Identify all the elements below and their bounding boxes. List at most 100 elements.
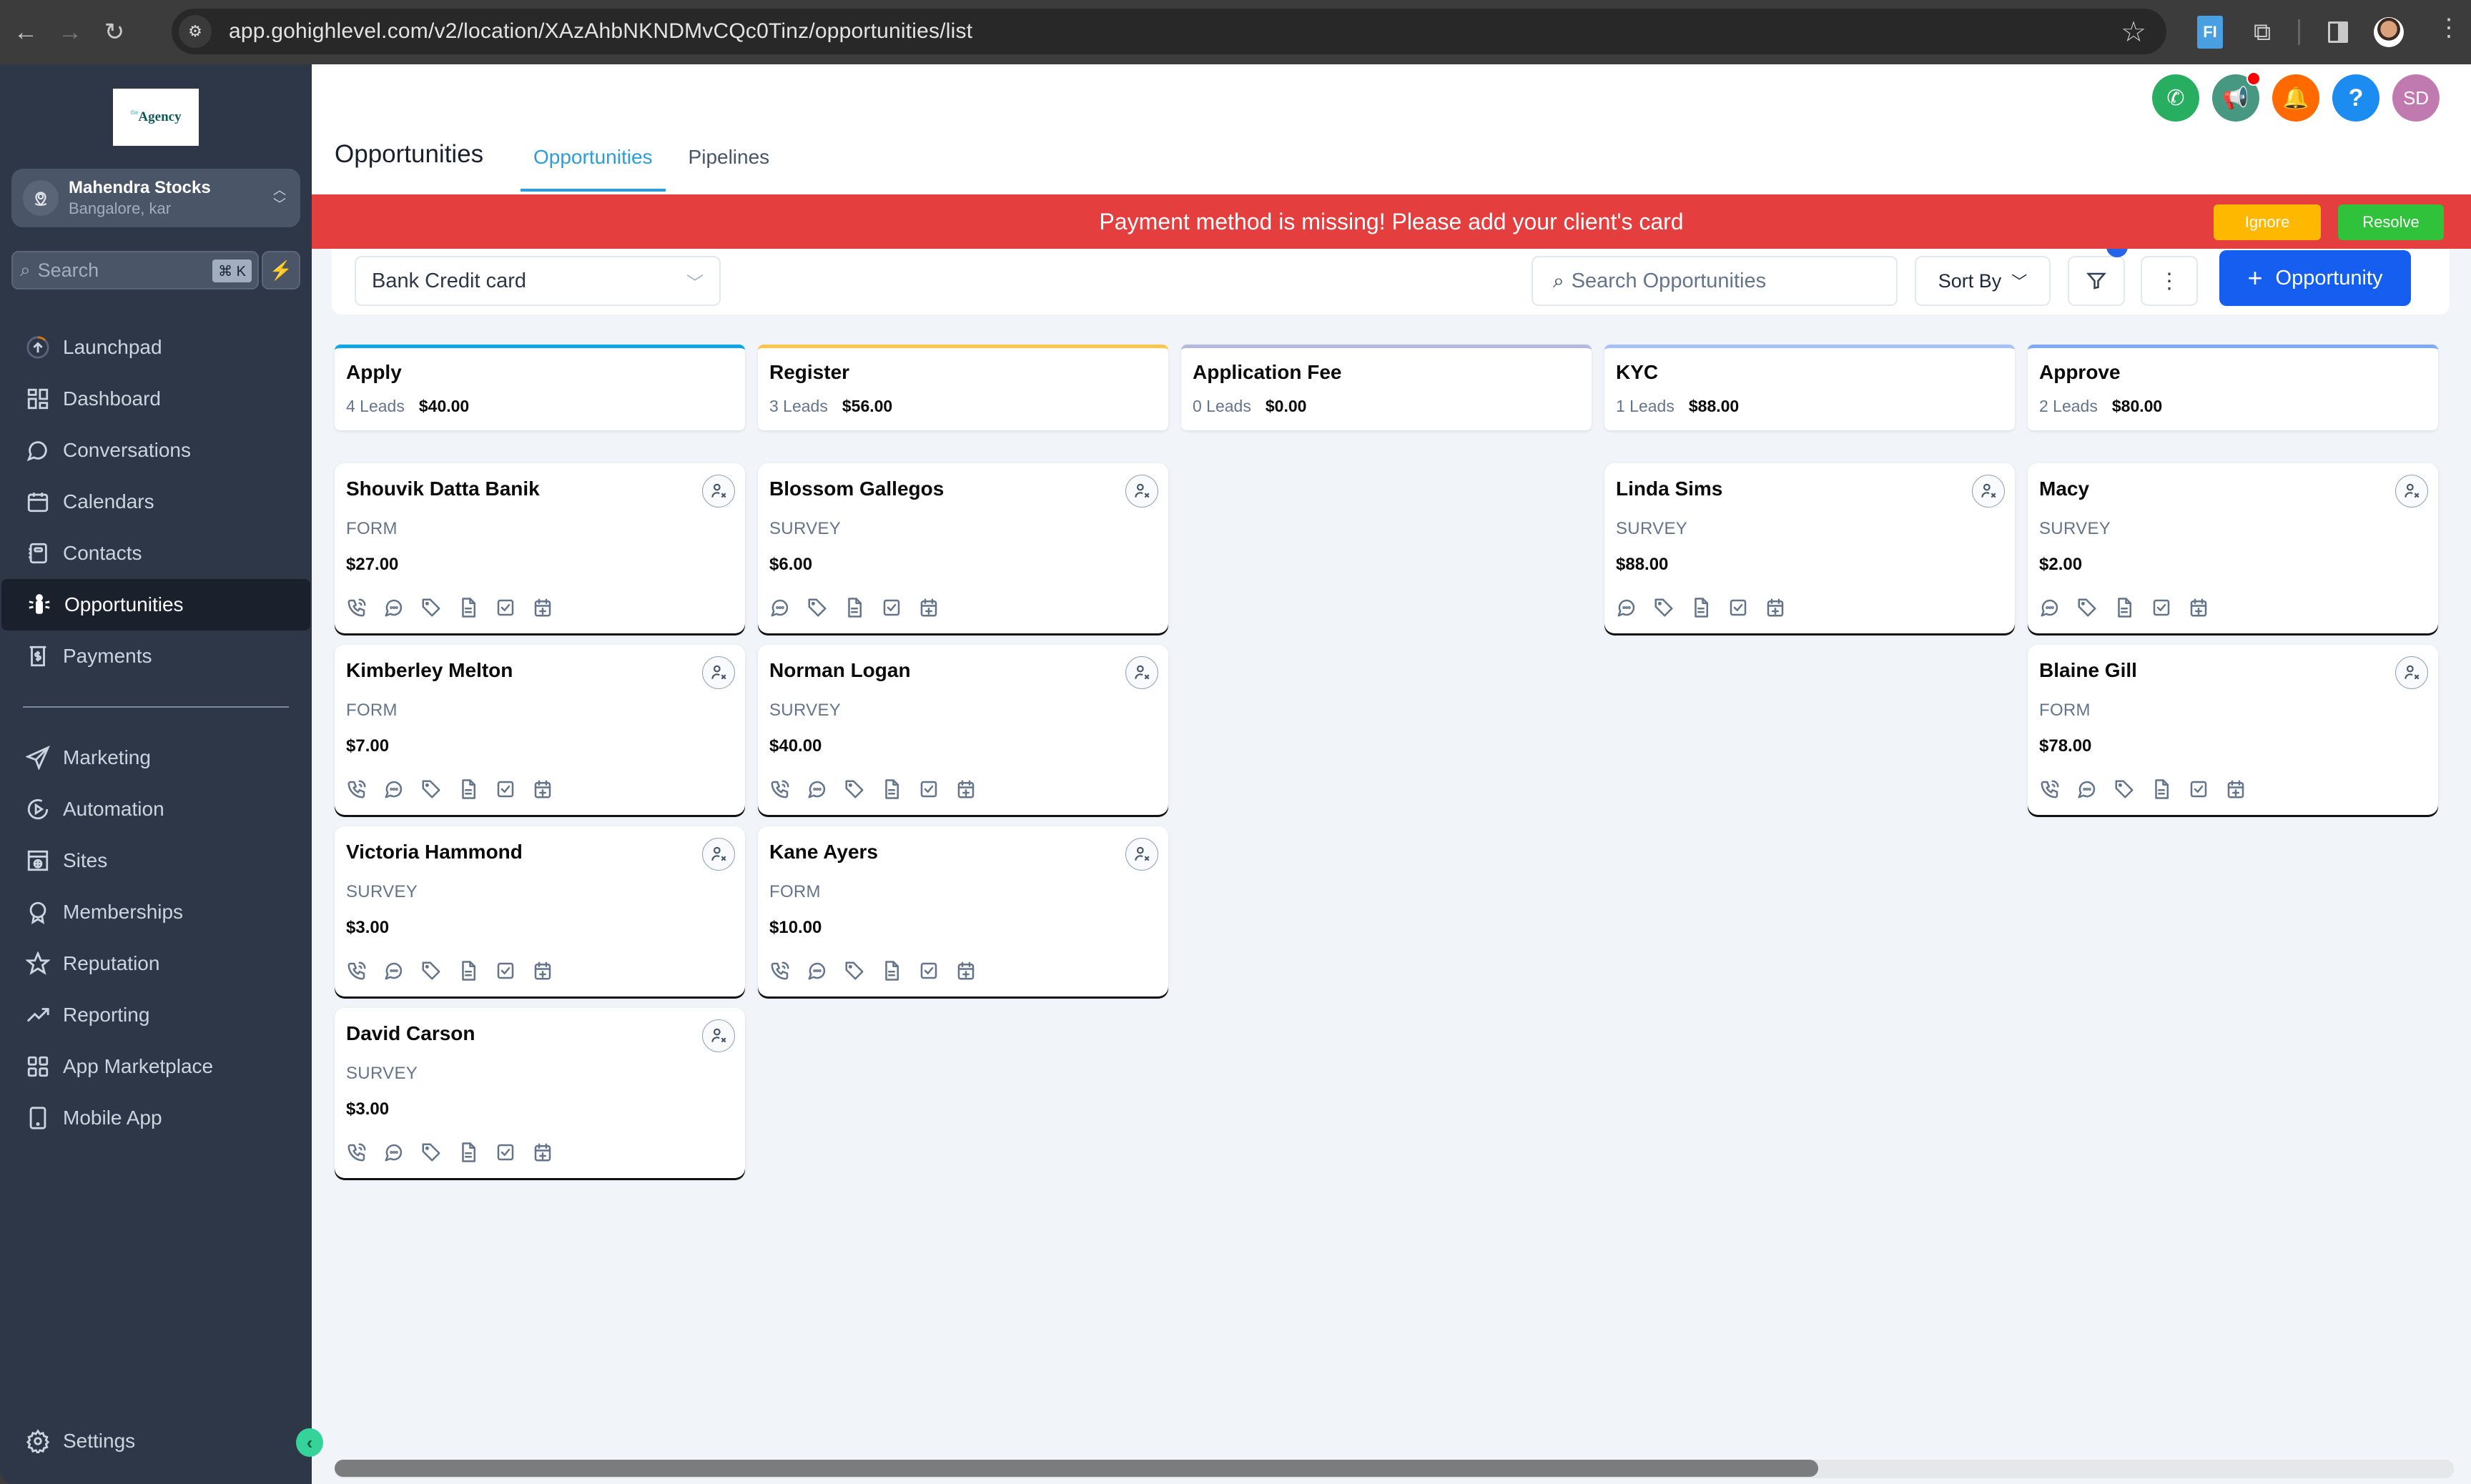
add-opportunity-button[interactable]: + Opportunity [2219, 250, 2411, 306]
task-checkbox-icon[interactable] [495, 1141, 516, 1164]
tag-icon[interactable] [807, 596, 828, 619]
tag-icon[interactable] [420, 959, 442, 982]
side-panel-icon[interactable] [2328, 21, 2348, 43]
opportunity-name[interactable]: Kane Ayers [769, 841, 1157, 864]
opportunity-card[interactable]: Blaine Gill FORM $78.00 [2028, 645, 2438, 815]
scrollbar-thumb[interactable] [335, 1460, 1818, 1477]
sidebar-item-opportunities[interactable]: Opportunities [1, 579, 310, 630]
task-checkbox-icon[interactable] [495, 596, 516, 619]
calendar-add-icon[interactable] [955, 778, 977, 801]
unassigned-user-button[interactable] [702, 475, 735, 508]
opportunity-name[interactable]: Victoria Hammond [346, 841, 734, 864]
note-document-icon[interactable] [458, 959, 479, 982]
phone-call-icon[interactable] [2039, 778, 2061, 801]
opportunity-name[interactable]: Blaine Gill [2039, 659, 2427, 682]
unassigned-user-button[interactable] [702, 1019, 735, 1052]
unassigned-user-button[interactable] [2395, 656, 2428, 689]
opportunity-card[interactable]: Norman Logan SURVEY $40.00 [758, 645, 1168, 815]
sidebar-item-settings[interactable]: Settings [0, 1415, 312, 1467]
sort-by-button[interactable]: Sort By ﹀ [1915, 256, 2051, 306]
unassigned-user-button[interactable] [1125, 656, 1158, 689]
tag-icon[interactable] [1653, 596, 1675, 619]
unassigned-user-button[interactable] [702, 656, 735, 689]
bookmark-star-icon[interactable]: ☆ [2121, 16, 2146, 49]
sms-message-icon[interactable] [383, 959, 405, 982]
quick-actions-button[interactable]: ⚡ [262, 251, 300, 290]
back-button[interactable]: ← [7, 14, 44, 51]
url-text[interactable]: app.gohighlevel.com/v2/location/XAzAhbNK… [229, 19, 972, 44]
sidebar-item-launchpad[interactable]: Launchpad [0, 322, 312, 373]
task-checkbox-icon[interactable] [2188, 778, 2209, 801]
opportunity-name[interactable]: Linda Sims [1616, 478, 2003, 500]
opportunity-name[interactable]: Shouvik Datta Banik [346, 478, 734, 500]
sms-message-icon[interactable] [769, 596, 791, 619]
sidebar-item-mobile-app[interactable]: Mobile App [0, 1092, 312, 1144]
sms-message-icon[interactable] [2039, 596, 2061, 619]
sidebar-item-dashboard[interactable]: Dashboard [0, 373, 312, 425]
unassigned-user-button[interactable] [702, 838, 735, 871]
opportunity-name[interactable]: Kimberley Melton [346, 659, 734, 682]
opportunity-name[interactable]: Macy [2039, 478, 2427, 500]
calendar-add-icon[interactable] [2188, 596, 2209, 619]
tag-icon[interactable] [420, 1141, 442, 1164]
calendar-add-icon[interactable] [532, 959, 553, 982]
phone-call-icon[interactable] [346, 959, 368, 982]
notifications-button[interactable]: 🔔 [2272, 74, 2319, 122]
task-checkbox-icon[interactable] [2151, 596, 2172, 619]
note-document-icon[interactable] [844, 596, 865, 619]
task-checkbox-icon[interactable] [918, 959, 939, 982]
opportunity-card[interactable]: David Carson SURVEY $3.00 [335, 1008, 745, 1178]
ignore-button[interactable]: Ignore [2214, 204, 2321, 240]
opportunity-card[interactable]: Linda Sims SURVEY $88.00 [1604, 463, 2015, 633]
note-document-icon[interactable] [458, 1141, 479, 1164]
sidebar-item-payments[interactable]: Payments [0, 630, 312, 682]
horizontal-scrollbar[interactable] [335, 1460, 2454, 1478]
sidebar-item-app-marketplace[interactable]: App Marketplace [0, 1041, 312, 1092]
phone-call-icon[interactable] [346, 596, 368, 619]
calendar-add-icon[interactable] [532, 1141, 553, 1164]
resolve-button[interactable]: Resolve [2338, 204, 2444, 240]
address-bar[interactable]: ⚙ app.gohighlevel.com/v2/location/XAzAhb… [172, 9, 2166, 54]
browser-menu-icon[interactable]: ⋮ [2437, 16, 2461, 40]
pipeline-select[interactable]: Bank Credit card ﹀ [355, 256, 721, 306]
calendar-add-icon[interactable] [918, 596, 939, 619]
location-switcher[interactable]: Mahendra Stocks Bangalore, kar ︿ ﹀ [11, 169, 300, 227]
unassigned-user-button[interactable] [1125, 838, 1158, 871]
note-document-icon[interactable] [881, 778, 902, 801]
browser-profile-avatar[interactable] [2374, 17, 2404, 47]
opportunity-name[interactable]: Blossom Gallegos [769, 478, 1157, 500]
forward-button[interactable]: → [51, 14, 89, 51]
note-document-icon[interactable] [1690, 596, 1712, 619]
sidebar-item-contacts[interactable]: Contacts [0, 528, 312, 579]
extensions-puzzle-icon[interactable]: ⧉ [2249, 16, 2275, 49]
tag-icon[interactable] [2076, 596, 2098, 619]
extension-fi-icon[interactable]: FI [2197, 16, 2223, 49]
opportunity-card[interactable]: Blossom Gallegos SURVEY $6.00 [758, 463, 1168, 633]
sidebar-item-marketing[interactable]: Marketing [0, 732, 312, 783]
sms-message-icon[interactable] [2076, 778, 2098, 801]
help-button[interactable]: ? [2332, 74, 2379, 122]
phone-call-icon[interactable] [769, 959, 791, 982]
note-document-icon[interactable] [458, 778, 479, 801]
note-document-icon[interactable] [2114, 596, 2135, 619]
tab-opportunities[interactable]: Opportunities [521, 137, 666, 192]
phone-call-icon[interactable] [346, 1141, 368, 1164]
sms-message-icon[interactable] [383, 778, 405, 801]
sms-message-icon[interactable] [807, 959, 828, 982]
unassigned-user-button[interactable] [2395, 475, 2428, 508]
tag-icon[interactable] [844, 778, 865, 801]
filter-button[interactable] [2068, 256, 2125, 306]
note-document-icon[interactable] [2151, 778, 2172, 801]
tag-icon[interactable] [420, 596, 442, 619]
opportunity-card[interactable]: Kimberley Melton FORM $7.00 [335, 645, 745, 815]
task-checkbox-icon[interactable] [495, 959, 516, 982]
sms-message-icon[interactable] [383, 596, 405, 619]
tab-pipelines[interactable]: Pipelines [676, 137, 783, 192]
phone-call-icon[interactable] [769, 778, 791, 801]
sidebar-item-automation[interactable]: Automation [0, 783, 312, 835]
sidebar-item-reputation[interactable]: Reputation [0, 938, 312, 989]
collapse-sidebar-button[interactable]: ‹ [296, 1428, 323, 1457]
tag-icon[interactable] [420, 778, 442, 801]
note-document-icon[interactable] [881, 959, 902, 982]
search-opportunities-input[interactable]: ⌕ Search Opportunities [1532, 256, 1898, 306]
